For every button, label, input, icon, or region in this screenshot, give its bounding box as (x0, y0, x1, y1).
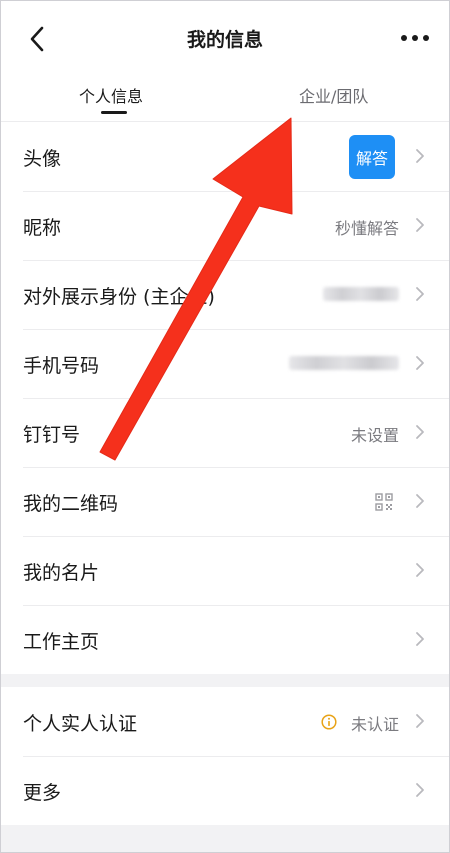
chevron-right-icon (416, 218, 424, 232)
blurred-value (289, 356, 399, 370)
qr-code-icon (375, 493, 393, 511)
row-dingtalk-id-value: 未设置 (350, 426, 399, 445)
chevron-right-icon (416, 149, 424, 163)
tab-bar: 个人信息 企业/团队 (1, 75, 449, 122)
more-button[interactable] (395, 23, 435, 53)
more-dots-icon (401, 35, 429, 41)
row-business-card-label: 我的名片 (23, 562, 100, 584)
chevron-right-icon (416, 425, 424, 439)
row-dingtalk-id-label: 钉钉号 (23, 424, 81, 446)
row-nickname-label: 昵称 (23, 217, 62, 239)
row-public-identity[interactable]: 对外展示身份 (主企业) (1, 260, 449, 329)
chevron-right-icon (416, 287, 424, 301)
bottom-background (1, 826, 449, 852)
warning-info-icon (321, 714, 337, 730)
row-more[interactable]: 更多 (1, 756, 449, 825)
blurred-value (323, 287, 399, 301)
row-business-card[interactable]: 我的名片 (1, 536, 449, 605)
row-work-homepage-label: 工作主页 (23, 631, 100, 653)
row-public-identity-label: 对外展示身份 (主企业) (23, 286, 215, 308)
chevron-right-icon (416, 494, 424, 508)
chevron-right-icon (416, 632, 424, 646)
avatar: 解答 (349, 135, 395, 179)
screen: 我的信息 个人信息 企业/团队 头像 解答 昵称 秒懂解答 对外展示身份 (主企… (0, 0, 450, 853)
tab-company-team[interactable]: 企业/团队 (299, 83, 368, 107)
chevron-right-icon (416, 563, 424, 577)
row-more-label: 更多 (23, 782, 62, 804)
row-nickname-value: 秒懂解答 (334, 219, 399, 238)
row-work-homepage[interactable]: 工作主页 (1, 605, 449, 674)
row-nickname[interactable]: 昵称 秒懂解答 (1, 191, 449, 260)
row-phone-number-label: 手机号码 (23, 355, 100, 377)
row-avatar-label: 头像 (23, 148, 62, 170)
navigation-bar: 我的信息 (1, 1, 449, 75)
row-qr-code[interactable]: 我的二维码 (1, 467, 449, 536)
tab-personal-info[interactable]: 个人信息 (79, 83, 143, 107)
row-identity-verification-label: 个人实人认证 (23, 713, 138, 735)
row-identity-verification-value: 未认证 (350, 715, 399, 734)
row-dingtalk-id[interactable]: 钉钉号 未设置 (1, 398, 449, 467)
row-qr-code-label: 我的二维码 (23, 493, 119, 515)
row-phone-number[interactable]: 手机号码 (1, 329, 449, 398)
row-identity-verification[interactable]: 个人实人认证 未认证 (1, 687, 449, 756)
active-tab-indicator (101, 111, 127, 114)
chevron-right-icon (416, 356, 424, 370)
profile-list: 头像 解答 昵称 秒懂解答 对外展示身份 (主企业) 手机号码 钉钉号 未设置 … (1, 122, 449, 674)
chevron-right-icon (416, 714, 424, 728)
secondary-list: 个人实人认证 未认证 更多 (1, 687, 449, 825)
row-avatar[interactable]: 头像 解答 (1, 122, 449, 191)
chevron-right-icon (416, 783, 424, 797)
page-title: 我的信息 (186, 29, 263, 51)
